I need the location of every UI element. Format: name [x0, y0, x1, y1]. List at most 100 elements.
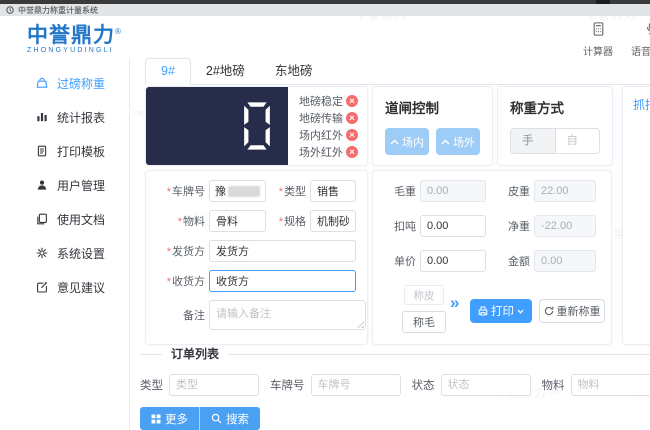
deduct-field[interactable]	[420, 215, 486, 237]
calculator-label: 计算器	[583, 47, 613, 58]
tab-scale-9[interactable]: 9#	[145, 58, 191, 85]
weigh-actions: 称皮 称毛 » 打印 重新称重	[384, 285, 605, 347]
gross-label: 毛重	[394, 186, 416, 198]
order-filters: 类型 车牌号 状态 物料	[140, 374, 650, 396]
sidebar-item-label: 过磅称重	[57, 76, 106, 91]
status-scale-stable: 地磅稳定	[299, 93, 358, 108]
scale-icon	[36, 77, 48, 88]
order-list-title: 订单列表	[162, 347, 229, 361]
sender-label: *发货方	[166, 246, 205, 258]
material-field[interactable]	[209, 210, 266, 232]
material-label: *物料	[177, 216, 205, 228]
scale-status-list: 地磅稳定 地磅传输 场内红外 场外红外	[288, 87, 367, 165]
search-button[interactable]: 搜索	[200, 407, 260, 430]
capture-title[interactable]: 抓拍	[633, 98, 650, 112]
feedback-edit-icon	[37, 282, 47, 293]
sidebar-item-print-template[interactable]: 打印模板	[0, 134, 129, 168]
window-titlebar: 中誉鼎力称重计量系统	[0, 4, 650, 16]
sidebar-item-docs[interactable]: 使用文档	[0, 202, 129, 236]
tab-scale-2[interactable]: 2#地磅	[191, 59, 260, 84]
type-field[interactable]	[310, 180, 356, 202]
chevron-down-icon	[517, 309, 524, 314]
filter-type-input[interactable]	[169, 374, 259, 396]
filter-status-input[interactable]	[440, 374, 531, 396]
window-title: 中誉鼎力称重计量系统	[18, 5, 98, 15]
filter-type-label: 类型	[140, 380, 163, 392]
voice-broadcast-label: 语音播报	[631, 47, 650, 58]
deduct-label: 扣吨	[394, 221, 416, 233]
calculator-button[interactable]: 计算器	[575, 22, 621, 58]
brand-name: 中誉鼎力®	[27, 24, 122, 47]
trademark-symbol: ®	[115, 27, 122, 36]
filter-material-input[interactable]	[570, 374, 650, 396]
app-window: 中誉鼎力™ 中誉鼎力™ 中誉鼎力™ 中誉鼎力™ 中誉鼎力™ 中誉鼎力™ 中誉鼎力…	[0, 0, 650, 430]
capture-card: 抓拍	[622, 86, 650, 345]
price-label: 单价	[394, 256, 416, 268]
price-field[interactable]	[420, 250, 486, 272]
filter-actions: 更多 搜索	[140, 407, 260, 430]
mode-auto-option[interactable]: 自动	[555, 129, 599, 153]
sidebar-item-feedback[interactable]: 意见建议	[0, 270, 129, 304]
refresh-icon	[544, 306, 553, 316]
weigh-tare-button[interactable]: 称皮	[404, 285, 444, 305]
sender-field[interactable]	[209, 240, 356, 262]
document-icon	[37, 213, 47, 225]
tare-field	[534, 180, 596, 202]
print-template-icon	[37, 145, 47, 157]
error-icon	[346, 145, 358, 158]
voice-broadcast-button[interactable]: 语音播报	[628, 22, 650, 58]
grid-icon	[151, 414, 161, 423]
double-chevron-right-icon: »	[450, 293, 460, 312]
sidebar-item-label: 打印模板	[57, 144, 106, 159]
gate-control-title: 道闸控制	[385, 101, 439, 116]
sidebar-item-settings[interactable]: 系统设置	[0, 236, 129, 270]
filter-status-label: 状态	[411, 380, 435, 392]
receiver-label: *收货方	[166, 276, 205, 288]
gate-outside-button[interactable]: 场外	[436, 128, 480, 155]
plate-field[interactable]: 豫	[209, 180, 266, 202]
microphone-icon	[647, 23, 650, 35]
print-button[interactable]: 打印	[470, 299, 532, 323]
calculator-icon	[593, 22, 603, 36]
sidebar-item-reports[interactable]: 统计报表	[0, 100, 129, 134]
error-icon	[346, 94, 358, 107]
bar-chart-icon	[37, 113, 47, 122]
filter-material-label: 物料	[541, 380, 565, 392]
weigh-gross-button[interactable]: 称毛	[402, 311, 446, 333]
weight-display	[146, 87, 288, 165]
chevron-up-icon	[441, 139, 450, 144]
brand-logo: 中誉鼎力® ZHONGYUDINGLI	[27, 21, 122, 55]
status-infrared-inside: 场内红外	[299, 127, 358, 142]
sidebar-item-label: 意见建议	[57, 280, 106, 295]
user-icon	[37, 180, 47, 190]
error-icon	[346, 111, 358, 124]
status-infrared-outside: 场外红外	[299, 144, 358, 159]
tab-scale-east[interactable]: 东地磅	[260, 59, 328, 84]
order-list-divider: 订单列表	[140, 347, 650, 361]
weights-card: 毛重 皮重 扣吨 净重 单价 金额 称皮 称毛 » 打印	[372, 170, 612, 345]
receiver-field[interactable]	[209, 270, 356, 292]
mode-toggle: 手动 自动	[510, 128, 600, 154]
sidebar-item-users[interactable]: 用户管理	[0, 168, 129, 202]
sidebar-item-label: 使用文档	[57, 212, 106, 227]
status-scale-transmit: 地磅传输	[299, 110, 358, 125]
sidebar-item-weighing[interactable]: 过磅称重	[0, 66, 129, 100]
reweigh-button[interactable]: 重新称重	[539, 299, 605, 323]
sidebar-nav: 过磅称重 统计报表 打印模板 用户管理 使用文档 系统设置 意见建议	[0, 58, 130, 430]
gate-inside-button[interactable]: 场内	[385, 128, 429, 155]
weighing-mode-card: 称重方式 手动 自动	[497, 86, 613, 166]
error-icon	[346, 128, 358, 141]
gate-control-card: 道闸控制 场内 场外	[372, 86, 493, 166]
amount-field	[534, 250, 596, 272]
mode-manual-option[interactable]: 手动	[511, 129, 556, 153]
spec-field[interactable]	[310, 210, 356, 232]
brand-name-latin: ZHONGYUDINGLI	[27, 47, 114, 54]
printer-icon	[478, 306, 488, 316]
net-field	[534, 215, 596, 237]
remark-field[interactable]	[209, 300, 366, 330]
more-button[interactable]: 更多	[140, 407, 200, 430]
plate-value: 豫	[215, 186, 226, 198]
filter-plate-input[interactable]	[310, 374, 401, 396]
weighing-mode-title: 称重方式	[510, 101, 564, 116]
chevron-up-icon	[390, 139, 399, 144]
